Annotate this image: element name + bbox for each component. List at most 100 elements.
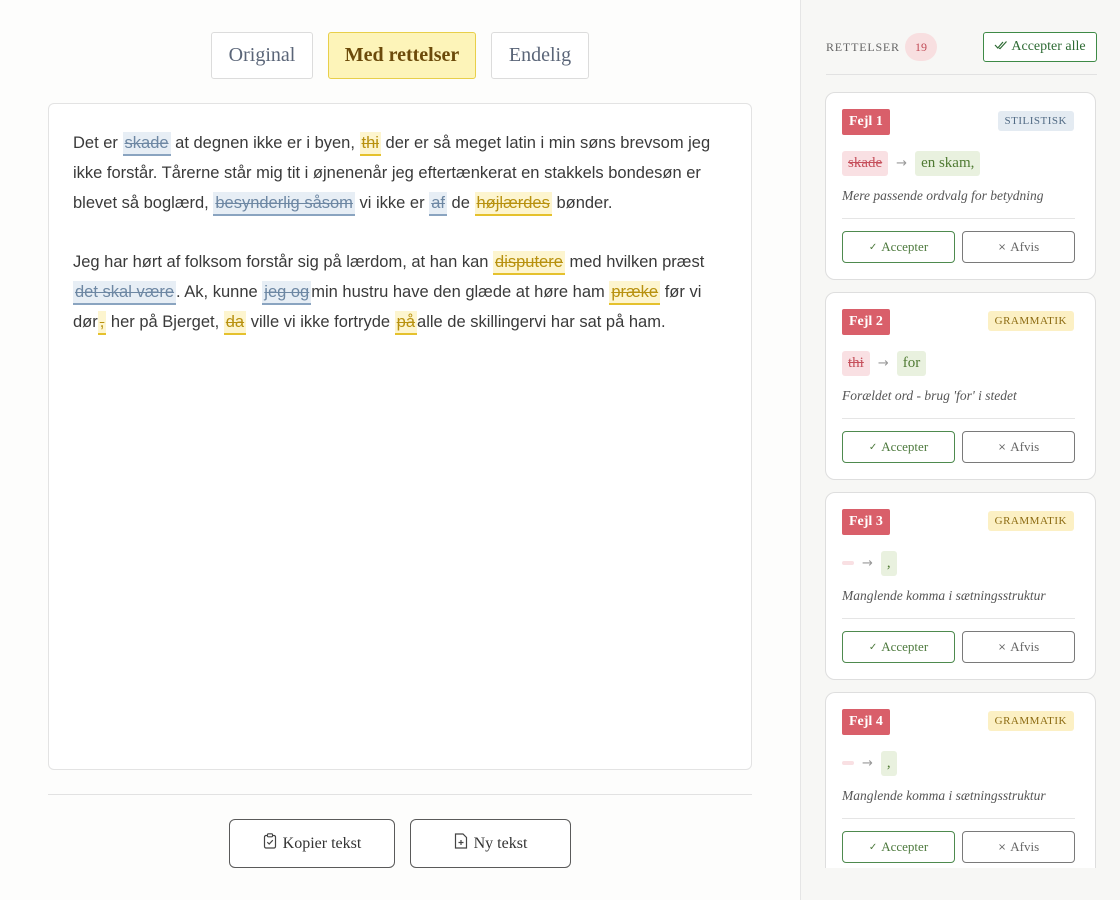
copy-text-label: Kopier tekst	[282, 834, 362, 852]
correction-description: Manglende komma i sætningsstruktur	[842, 788, 1046, 803]
correction-mark-grammatik[interactable]: disputere	[493, 251, 565, 275]
correction-card: Fejl 4 GRAMMATIK → , Manglende komma i s…	[825, 692, 1096, 868]
accept-label: Accepter	[881, 639, 929, 654]
corrections-count-badge: 19	[905, 33, 937, 61]
category-badge: GRAMMATIK	[987, 711, 1074, 731]
reject-button[interactable]: × Afvis	[962, 831, 1075, 863]
editor-main: Original Med rettelser Endelig Det er sk…	[0, 0, 800, 900]
correction-description: Forældet ord - brug 'for' i stedet	[842, 388, 1017, 403]
correction-mark-grammatik[interactable]: på	[394, 311, 418, 335]
correction-mark-stilistisk[interactable]: af	[429, 192, 447, 216]
arrow-right-icon: →	[896, 155, 908, 171]
text-segment: de	[446, 194, 475, 212]
category-badge: GRAMMATIK	[987, 311, 1074, 331]
accept-all-label: Accepter alle	[1011, 39, 1086, 54]
correction-mark-grammatik[interactable]: præke	[609, 281, 661, 305]
correction-mark-grammatik[interactable]: thi	[359, 132, 381, 156]
error-label-badge: Fejl 2	[842, 309, 890, 335]
category-badge: GRAMMATIK	[987, 511, 1074, 531]
change-preview: → ,	[842, 749, 897, 777]
arrow-right-icon: →	[862, 755, 873, 771]
text-segment: alle de skillingervi har sat på ham.	[417, 313, 666, 331]
text-segment: min hustru have den glæde at høre ham	[311, 283, 610, 301]
text-segment: . Ak, kunne	[176, 283, 263, 301]
accept-all-button[interactable]: Accepter alle	[983, 32, 1097, 62]
text-segment: med hvilken præst	[564, 253, 705, 271]
copy-text-button[interactable]: Kopier tekst	[229, 819, 395, 868]
replacement-text: en skam,	[915, 150, 981, 176]
text-segment: Det er	[73, 134, 123, 152]
accept-button[interactable]: ✓ Accepter	[842, 231, 955, 263]
correction-mark-stilistisk[interactable]: jeg og	[262, 281, 312, 305]
error-label-badge: Fejl 4	[842, 709, 890, 735]
check-icon: ✓	[868, 241, 878, 253]
text-segment: her på Bjerget,	[106, 313, 224, 331]
accept-label: Accepter	[881, 439, 929, 454]
correction-card: Fejl 2 GRAMMATIK thi → for Forældet ord …	[825, 292, 1096, 480]
tab-original[interactable]: Original	[211, 32, 313, 79]
text-segment: at degnen ikke er i byen,	[170, 134, 360, 152]
accept-label: Accepter	[881, 239, 929, 254]
close-icon: ×	[997, 841, 1007, 853]
accept-button[interactable]: ✓ Accepter	[842, 831, 955, 863]
divider	[48, 794, 752, 795]
check-icon: ✓	[868, 641, 878, 653]
reject-label: Afvis	[1010, 839, 1040, 854]
text-segment: vi ikke er	[354, 194, 430, 212]
correction-description: Manglende komma i sætningsstruktur	[842, 588, 1046, 603]
new-text-button[interactable]: Ny tekst	[410, 819, 571, 868]
error-label-badge: Fejl 1	[842, 109, 890, 135]
correction-mark-grammatik[interactable]: da	[223, 311, 247, 335]
check-icon: ✓	[868, 441, 878, 453]
tab-endelig[interactable]: Endelig	[491, 32, 589, 79]
reject-label: Afvis	[1010, 639, 1040, 654]
reject-button[interactable]: × Afvis	[962, 431, 1075, 463]
change-preview: skade → en skam,	[842, 149, 981, 177]
reject-button[interactable]: × Afvis	[962, 631, 1075, 663]
paragraph: Jeg har hørt af folksom forstår sig på l…	[73, 247, 727, 337]
original-text: skade	[842, 150, 889, 176]
new-text-label: Ny tekst	[473, 834, 528, 852]
clipboard-icon	[263, 833, 277, 854]
text-segment: bønder.	[551, 194, 613, 212]
close-icon: ×	[997, 641, 1007, 653]
correction-description: Mere passende ordvalg for betydning	[842, 188, 1044, 203]
replacement-text: for	[896, 350, 927, 376]
card-divider	[842, 218, 1075, 219]
change-preview: → ,	[842, 549, 897, 577]
sidebar-header: RETTELSER 19 Accepter alle	[826, 32, 1097, 75]
reject-button[interactable]: × Afvis	[962, 231, 1075, 263]
correction-mark-stilistisk[interactable]: besynderlig såsom	[213, 192, 355, 216]
accept-button[interactable]: ✓ Accepter	[842, 631, 955, 663]
correction-mark-grammatik[interactable]: højlærdes	[474, 192, 552, 216]
text-segment: Jeg har hørt af folksom forstår sig på l…	[73, 253, 494, 271]
accept-label: Accepter	[881, 839, 929, 854]
card-divider	[842, 418, 1075, 419]
accept-button[interactable]: ✓ Accepter	[842, 431, 955, 463]
tab-med-rettelser[interactable]: Med rettelser	[328, 32, 476, 79]
view-tabs: Original Med rettelser Endelig	[0, 32, 800, 79]
arrow-right-icon: →	[862, 555, 873, 571]
check-icon: ✓	[868, 841, 878, 853]
change-preview: thi → for	[842, 349, 927, 377]
original-text	[842, 561, 854, 565]
correction-card: Fejl 3 GRAMMATIK → , Manglende komma i s…	[825, 492, 1096, 680]
card-divider	[842, 818, 1075, 819]
error-label-badge: Fejl 3	[842, 509, 890, 535]
reject-label: Afvis	[1010, 439, 1040, 454]
original-text	[842, 761, 854, 765]
original-text: thi	[842, 350, 870, 376]
replacement-text: ,	[880, 550, 897, 576]
correction-mark-stilistisk[interactable]: det skal være	[73, 281, 177, 305]
correction-mark-stilistisk[interactable]: skade	[122, 132, 171, 156]
close-icon: ×	[997, 441, 1007, 453]
text-segment: ville vi ikke fortryde	[246, 313, 395, 331]
double-check-icon	[994, 39, 1008, 55]
correction-card: Fejl 1 STILISTISK skade → en skam, Mere …	[825, 92, 1096, 280]
text-area[interactable]: Det er skade at degnen ikke er i byen, t…	[48, 103, 752, 770]
new-file-icon	[454, 833, 468, 854]
arrow-right-icon: →	[877, 355, 889, 371]
replacement-text: ,	[880, 750, 897, 776]
reject-label: Afvis	[1010, 239, 1040, 254]
card-divider	[842, 618, 1075, 619]
